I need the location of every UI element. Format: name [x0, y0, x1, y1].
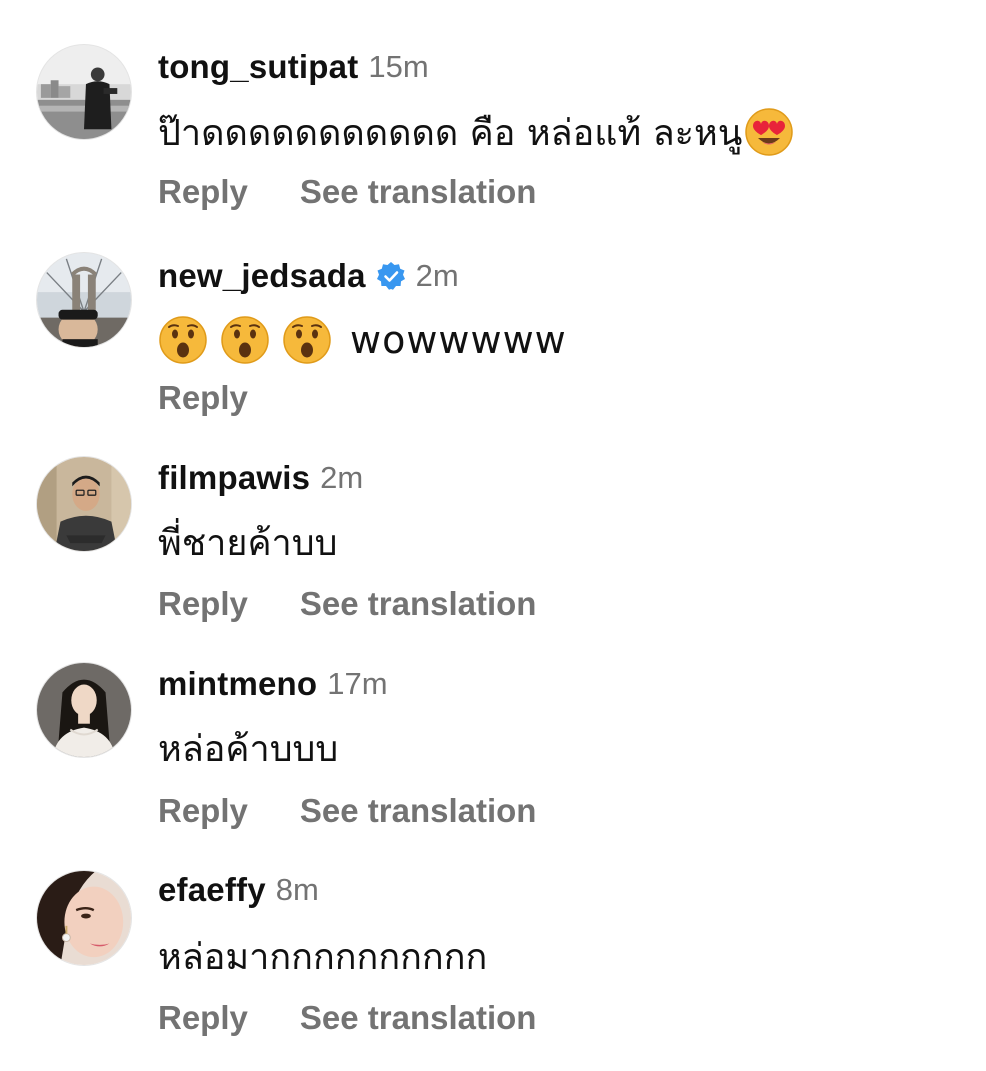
comment-text: หล่อมากกกกกกกกกก — [158, 928, 487, 984]
timestamp: 8m — [275, 872, 319, 907]
verified-badge-icon — [376, 261, 406, 291]
heart-eyes-emoji — [744, 107, 794, 157]
comment-body: หล่อมากกกกกกกกกก — [158, 936, 488, 978]
comment-text: ป๊าดดดดดดดดดดด คือ หล่อแท้ ละหนู — [158, 104, 794, 160]
username[interactable]: tong_sutipat — [158, 48, 358, 86]
comment-body: พี่ชายค้าบบ — [158, 522, 338, 564]
avatar[interactable] — [36, 870, 132, 966]
comment-text: หล่อค้าบบบ — [158, 720, 338, 776]
comment-body: wowwwww — [350, 318, 567, 362]
comment-item: mintmeno 17m หล่อค้าบบบ Reply See transl… — [0, 618, 986, 829]
username[interactable]: new_jedsada — [158, 257, 366, 295]
avatar-photo — [37, 45, 131, 139]
avatar[interactable] — [36, 662, 132, 758]
avatar-photo — [37, 663, 131, 757]
comment-item: filmpawis 2m พี่ชายค้าบบ Reply See trans… — [0, 412, 986, 622]
timestamp: 2m — [320, 460, 364, 495]
timestamp: 17m — [327, 666, 388, 701]
comment-text: wowwwww — [158, 312, 567, 368]
astonished-face-emoji — [220, 315, 270, 365]
astonished-face-emoji — [282, 315, 332, 365]
comment-header: efaeffy 8m — [158, 868, 319, 912]
comment-header: tong_sutipat 15m — [158, 45, 429, 89]
username[interactable]: mintmeno — [158, 665, 317, 703]
astonished-face-emoji — [158, 315, 208, 365]
username[interactable]: efaeffy — [158, 871, 266, 909]
comment-actions: Reply See translation — [158, 996, 536, 1040]
comment-header: mintmeno 17m — [158, 662, 388, 706]
avatar[interactable] — [36, 252, 132, 348]
avatar-photo — [37, 871, 131, 965]
comment-item: tong_sutipat 15m ป๊าดดดดดดดดดดด คือ หล่อ… — [0, 0, 986, 210]
avatar[interactable] — [36, 456, 132, 552]
comment-header: filmpawis 2m — [158, 456, 363, 500]
timestamp: 15m — [368, 49, 429, 84]
avatar[interactable] — [36, 44, 132, 140]
comment-body: ป๊าดดดดดดดดดดด คือ หล่อแท้ ละหนู — [158, 112, 743, 154]
comment-text: พี่ชายค้าบบ — [158, 514, 337, 570]
avatar-photo — [37, 457, 131, 551]
comment-body: หล่อค้าบบบ — [158, 728, 339, 770]
reply-button[interactable]: Reply — [158, 999, 248, 1037]
comment-header: new_jedsada 2m — [158, 254, 459, 298]
see-translation-button[interactable]: See translation — [300, 999, 537, 1037]
avatar-photo — [37, 253, 131, 347]
timestamp: 2m — [415, 258, 459, 293]
comment-item: efaeffy 8m หล่อมากกกกกกกกกก Reply See tr… — [0, 824, 986, 1036]
username[interactable]: filmpawis — [158, 459, 310, 497]
comment-item: new_jedsada 2m wowwwww Reply — [0, 206, 986, 416]
